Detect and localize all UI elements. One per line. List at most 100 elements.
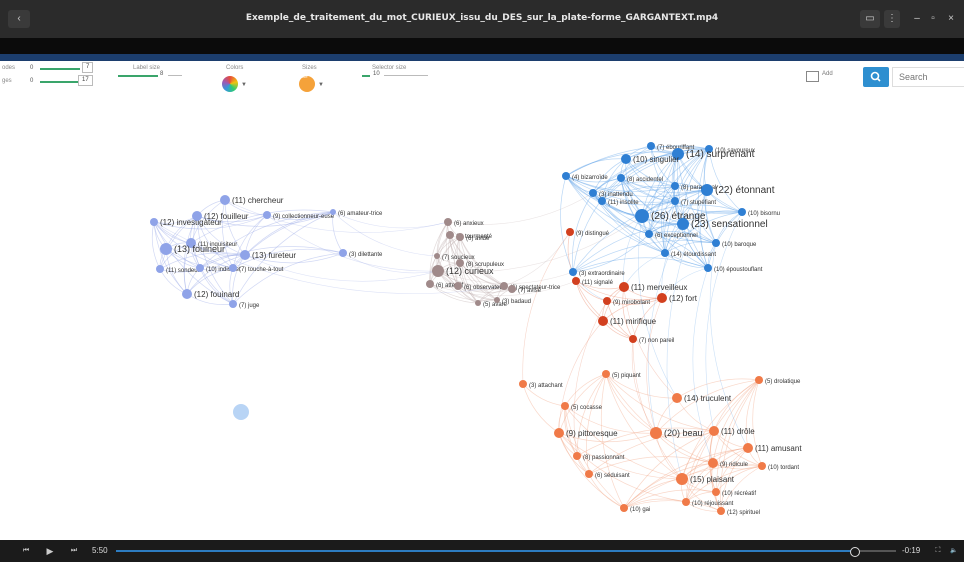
graph-node[interactable]: (6) séduisant: [585, 470, 630, 479]
search-button[interactable]: [863, 67, 889, 87]
graph-node[interactable]: (12) fort: [657, 293, 698, 303]
graph-node-dot[interactable]: [196, 264, 204, 272]
nodes-max-value[interactable]: 7: [82, 62, 94, 73]
graph-node-dot[interactable]: [758, 462, 766, 470]
graph-node-dot[interactable]: [645, 230, 653, 238]
previous-icon[interactable]: ⏮: [18, 544, 34, 558]
graph-node[interactable]: (10) baroque: [712, 239, 757, 248]
graph-node-dot[interactable]: [220, 195, 230, 205]
graph-node[interactable]: (11) signalé: [572, 277, 614, 286]
graph-node-dot[interactable]: [240, 250, 250, 260]
graph-node-dot[interactable]: [156, 265, 164, 273]
graph-node-dot[interactable]: [602, 370, 610, 378]
cast-icon[interactable]: ▭: [860, 10, 880, 28]
graph-node-dot[interactable]: [603, 297, 611, 305]
graph-node[interactable]: (12) curieux: [432, 265, 494, 277]
graph-node[interactable]: (12) spirituel: [717, 507, 760, 516]
graph-node[interactable]: (3) attachant: [519, 380, 563, 389]
graph-node-dot[interactable]: [743, 443, 753, 453]
graph-node-dot[interactable]: [682, 498, 690, 506]
graph-node[interactable]: (23) sensationnel: [677, 218, 768, 230]
next-icon[interactable]: ⏭: [66, 544, 82, 558]
graph-node-dot[interactable]: [561, 402, 569, 410]
selector-size-slider[interactable]: [362, 75, 370, 77]
graph-node-dot[interactable]: [562, 172, 570, 180]
graph-node-dot[interactable]: [712, 239, 720, 247]
graph-node-dot[interactable]: [617, 174, 625, 182]
graph-node-dot[interactable]: [598, 316, 608, 326]
graph-node-dot[interactable]: [621, 154, 631, 164]
graph-node[interactable]: (5) drolatique: [755, 376, 801, 385]
label-size-slider[interactable]: [118, 75, 158, 77]
graph-node[interactable]: [233, 404, 249, 420]
graph-node-dot[interactable]: [589, 189, 597, 197]
graph-node[interactable]: (15) plaisant: [676, 473, 735, 485]
graph-node-dot[interactable]: [620, 504, 628, 512]
network-graph-canvas[interactable]: (11) chercheur(12) investigateur(12) fou…: [0, 99, 964, 539]
graph-node-dot[interactable]: [708, 458, 718, 468]
graph-node-dot[interactable]: [475, 300, 481, 306]
graph-node[interactable]: (14) truculent: [672, 393, 732, 403]
graph-node-dot[interactable]: [500, 282, 508, 290]
seek-handle[interactable]: [849, 547, 860, 557]
graph-node-dot[interactable]: [508, 285, 516, 293]
edges-range-slider[interactable]: [40, 81, 80, 83]
graph-node[interactable]: (6) amateur-trice: [330, 209, 383, 217]
add-checkbox[interactable]: [806, 71, 819, 82]
fullscreen-icon[interactable]: ⛶: [930, 544, 946, 558]
minimize-icon[interactable]: –: [910, 10, 924, 28]
graph-node-dot[interactable]: [629, 335, 637, 343]
graph-node[interactable]: (20) beau: [650, 427, 703, 439]
graph-node[interactable]: (5) cocasse: [561, 402, 603, 411]
graph-node-dot[interactable]: [229, 300, 237, 308]
graph-node[interactable]: (5) avare: [475, 300, 508, 308]
graph-node-dot[interactable]: [671, 182, 679, 190]
graph-node-dot[interactable]: [160, 243, 172, 255]
graph-node[interactable]: (9) ridicule: [708, 458, 749, 468]
graph-node-dot[interactable]: [671, 197, 679, 205]
graph-node-dot[interactable]: [647, 142, 655, 150]
graph-node[interactable]: (10) bisornu: [738, 208, 780, 217]
graph-node[interactable]: (9) distingué: [566, 228, 610, 237]
graph-node-dot[interactable]: [263, 211, 271, 219]
graph-node[interactable]: (13) fureteur: [240, 250, 296, 260]
graph-node-dot[interactable]: [598, 197, 606, 205]
graph-node[interactable]: (11) drôle: [709, 426, 755, 436]
graph-node[interactable]: (10) récréatif: [712, 488, 756, 497]
graph-node-dot[interactable]: [454, 282, 462, 290]
graph-node[interactable]: (10) tordant: [758, 462, 799, 471]
graph-node-dot[interactable]: [709, 426, 719, 436]
graph-node[interactable]: (12) fouilleur: [192, 211, 249, 221]
graph-node-dot[interactable]: [704, 264, 712, 272]
graph-node-dot[interactable]: [635, 209, 649, 223]
graph-node[interactable]: (3) dilettante: [339, 249, 383, 258]
graph-node-dot[interactable]: [150, 218, 158, 226]
graph-node-dot[interactable]: [712, 488, 720, 496]
sizes-dropdown-caret-icon[interactable]: ▼: [318, 82, 324, 88]
graph-node-dot[interactable]: [330, 209, 336, 215]
colors-picker-swatch[interactable]: [222, 76, 238, 92]
graph-node-dot[interactable]: [672, 393, 682, 403]
graph-node-dot[interactable]: [650, 427, 662, 439]
graph-node-dot[interactable]: [573, 452, 581, 460]
graph-node-dot[interactable]: [182, 289, 192, 299]
graph-node-dot[interactable]: [192, 211, 202, 221]
graph-node-dot[interactable]: [339, 249, 347, 257]
graph-node-dot[interactable]: [444, 218, 452, 226]
graph-node-dot[interactable]: [619, 282, 629, 292]
graph-node[interactable]: (6) anxieux: [444, 218, 484, 227]
graph-node[interactable]: (11) amusant: [743, 443, 802, 453]
graph-node-dot[interactable]: [677, 218, 689, 230]
graph-node-dot[interactable]: [569, 268, 577, 276]
graph-node-dot[interactable]: [661, 249, 669, 257]
more-options-icon[interactable]: ⋮: [884, 10, 900, 28]
graph-node-dot[interactable]: [585, 470, 593, 478]
graph-node-dot[interactable]: [519, 380, 527, 388]
graph-node-dot[interactable]: [657, 293, 667, 303]
graph-node-dot[interactable]: [456, 233, 464, 241]
graph-node-dot[interactable]: [434, 253, 440, 259]
play-icon[interactable]: ▶: [42, 544, 58, 558]
search-input[interactable]: [892, 67, 964, 87]
colors-dropdown-caret-icon[interactable]: ▼: [241, 82, 247, 88]
graph-node[interactable]: (10) époustouflant: [704, 264, 763, 273]
